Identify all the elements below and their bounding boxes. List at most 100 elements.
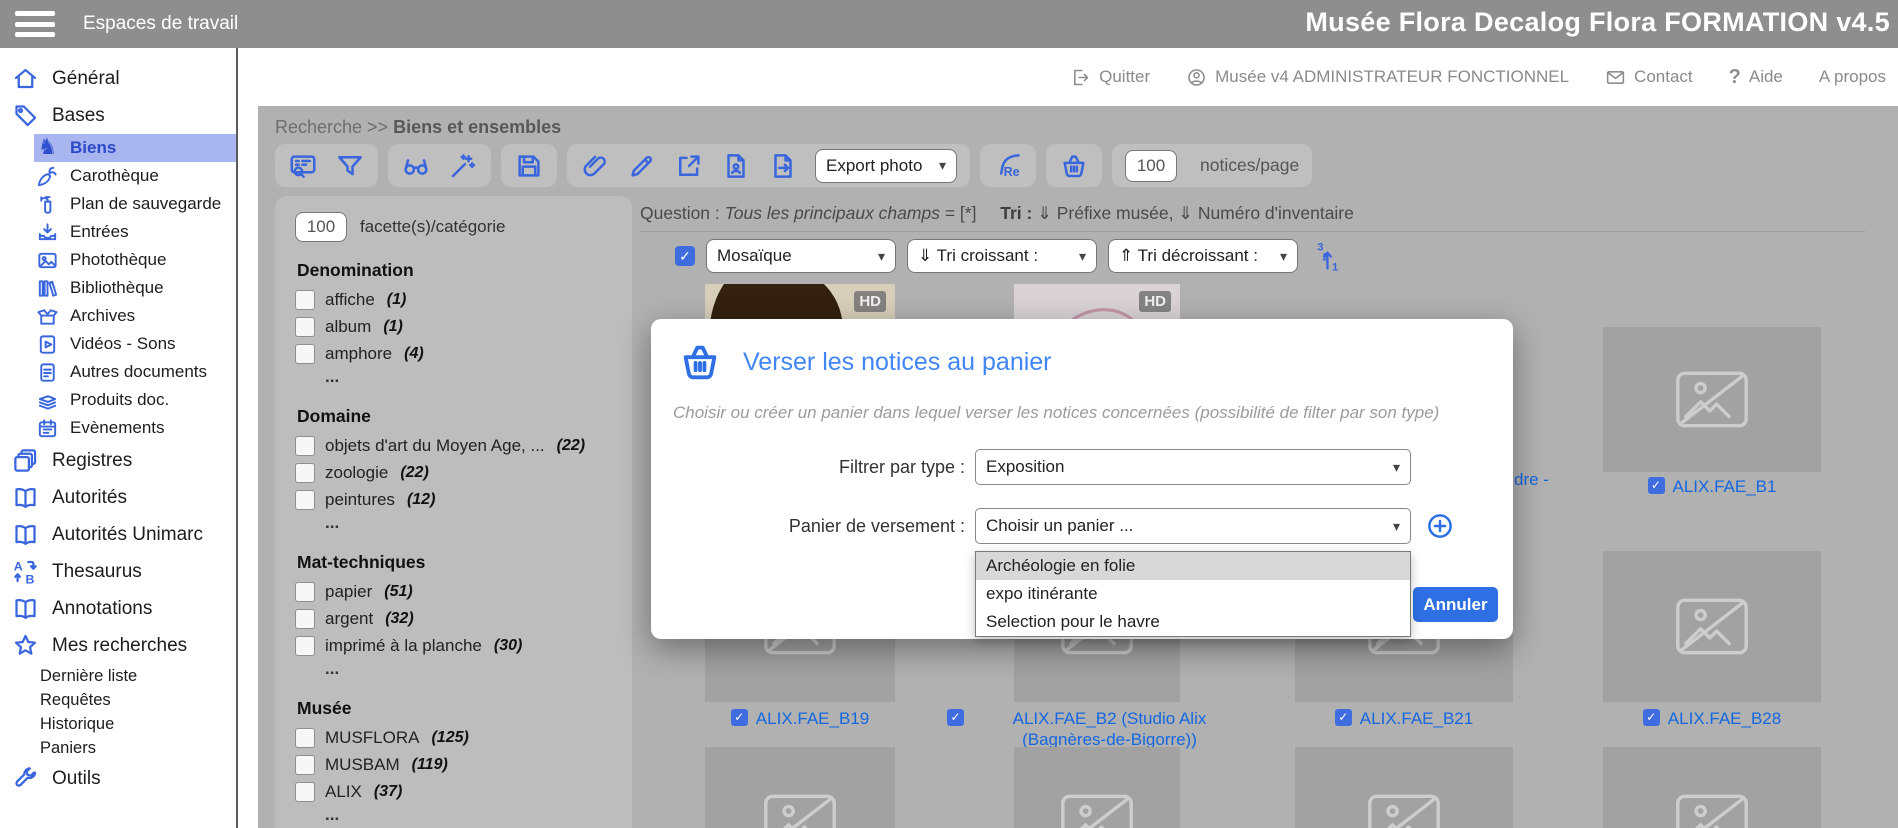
facet-item[interactable]: imprimé à la planche(30) — [295, 632, 632, 659]
facet-count-input[interactable] — [295, 212, 347, 242]
sidebar-item-carotheque[interactable]: Carothèque — [0, 162, 236, 190]
facet-item[interactable]: album(1) — [295, 313, 632, 340]
record-checkbox[interactable] — [1335, 709, 1352, 726]
checkbox[interactable] — [295, 782, 315, 802]
facet-item[interactable]: amphore(4) — [295, 340, 632, 367]
record-checkbox[interactable] — [947, 709, 964, 726]
checkbox[interactable] — [295, 636, 315, 656]
export-record-icon[interactable] — [721, 151, 751, 181]
checkbox[interactable] — [295, 755, 315, 775]
basket-option[interactable]: expo itinérante — [976, 580, 1410, 608]
facet-item[interactable]: objets d'art du Moyen Age, ...(22) — [295, 432, 632, 459]
record-checkbox[interactable] — [1643, 709, 1660, 726]
sidebar-item-general[interactable]: Général — [0, 60, 236, 97]
select-all-checkbox[interactable] — [675, 246, 695, 266]
sidebar-item-historique[interactable]: Historique — [0, 712, 236, 736]
result-label-fragment[interactable]: dre - — [1514, 470, 1549, 490]
facet-more[interactable]: ... — [325, 805, 632, 826]
result-label[interactable]: ALIX.FAE_B21 — [1295, 708, 1513, 729]
sidebar-item-entrees[interactable]: Entrées — [0, 218, 236, 246]
checkbox[interactable] — [295, 463, 315, 483]
facet-more[interactable]: ... — [325, 659, 632, 680]
sidebar-item-produits-doc[interactable]: Produits doc. — [0, 386, 236, 414]
view-mode-select[interactable]: Mosaïque — [706, 239, 896, 273]
filter-type-select[interactable]: Exposition — [975, 449, 1411, 485]
sort-desc-select[interactable]: ⇑ Tri décroissant : — [1108, 239, 1298, 273]
checkbox[interactable] — [295, 609, 315, 629]
edit-pencil-icon[interactable] — [627, 151, 657, 181]
add-basket-icon[interactable] — [1425, 511, 1455, 541]
sort-asc-select[interactable]: ⇓ Tri croissant : — [907, 239, 1097, 273]
sidebar-item-biens[interactable]: ♞ Biens — [34, 134, 236, 162]
facet-item[interactable]: affiche(1) — [295, 286, 632, 313]
result-thumbnail[interactable] — [705, 747, 895, 828]
quit-button[interactable]: Quitter — [1070, 67, 1150, 88]
help-link[interactable]: ? Aide — [1729, 66, 1783, 89]
checkbox[interactable] — [295, 436, 315, 456]
result-label[interactable]: ALIX.FAE_B2 (Studio Alix (Bagnères-de-Bi… — [947, 708, 1247, 751]
sidebar-item-paniers[interactable]: Paniers — [0, 736, 236, 760]
sidebar-item-archives[interactable]: Archives — [0, 302, 236, 330]
result-label[interactable]: ALIX.FAE_B19 — [705, 708, 895, 729]
facet-item[interactable]: papier(51) — [295, 578, 632, 605]
sidebar-item-derniere-liste[interactable]: Dernière liste — [0, 664, 236, 688]
sidebar-item-autres-documents[interactable]: Autres documents — [0, 358, 236, 386]
export-document-icon[interactable] — [768, 151, 798, 181]
user-menu[interactable]: Musée v4 ADMINISTRATEUR FONCTIONNEL — [1186, 67, 1569, 88]
cancel-button[interactable]: Annuler — [1413, 587, 1498, 622]
result-thumbnail[interactable] — [1603, 747, 1821, 828]
sidebar-item-phototheque[interactable]: Photothèque — [0, 246, 236, 274]
sidebar-item-registres[interactable]: Registres — [0, 442, 236, 479]
sidebar-item-autorites-unimarc[interactable]: Autorités Unimarc — [0, 516, 236, 553]
hamburger-menu-icon[interactable] — [15, 11, 55, 37]
notices-per-page-input[interactable] — [1125, 150, 1177, 182]
checkbox[interactable] — [295, 728, 315, 748]
facet-more[interactable]: ... — [325, 367, 632, 388]
save-icon[interactable] — [514, 151, 544, 181]
checkbox[interactable] — [295, 290, 315, 310]
sidebar-item-mes-recherches[interactable]: Mes recherches — [0, 627, 236, 664]
export-photo-select[interactable]: Export photo — [815, 149, 957, 183]
facet-item[interactable]: argent(32) — [295, 605, 632, 632]
checkbox[interactable] — [295, 317, 315, 337]
record-checkbox[interactable] — [1648, 477, 1665, 494]
facet-more[interactable]: ... — [325, 513, 632, 534]
sidebar-item-annotations[interactable]: Annotations — [0, 590, 236, 627]
sidebar-item-videos-sons[interactable]: Vidéos - Sons — [0, 330, 236, 358]
sidebar-item-thesaurus[interactable]: AB Thesaurus — [0, 553, 236, 590]
paperclip-icon[interactable] — [580, 151, 610, 181]
checkbox[interactable] — [295, 490, 315, 510]
record-checkbox[interactable] — [731, 709, 748, 726]
result-label[interactable]: ALIX.FAE_B1 — [1603, 476, 1821, 497]
facet-item[interactable]: ALIX(37) — [295, 778, 632, 805]
basket-select[interactable]: Choisir un panier ... — [975, 508, 1411, 544]
search-form-icon[interactable] — [288, 151, 318, 181]
sidebar-item-requetes[interactable]: Requêtes — [0, 688, 236, 712]
magic-wand-icon[interactable] — [448, 151, 478, 181]
facet-item[interactable]: MUSBAM(119) — [295, 751, 632, 778]
filter-funnel-icon[interactable] — [335, 151, 365, 181]
checkbox[interactable] — [295, 582, 315, 602]
result-thumbnail[interactable] — [1014, 747, 1180, 828]
sidebar-item-autorites[interactable]: Autorités — [0, 479, 236, 516]
basket-option[interactable]: Archéologie en folie — [976, 552, 1410, 580]
glasses-icon[interactable] — [401, 151, 431, 181]
facet-item[interactable]: zoologie(22) — [295, 459, 632, 486]
result-thumbnail[interactable] — [1603, 551, 1821, 702]
facet-item[interactable]: peintures(12) — [295, 486, 632, 513]
sidebar-item-outils[interactable]: Outils — [0, 760, 236, 797]
numeric-sort-icon[interactable]: 321 — [1315, 239, 1349, 273]
feather-re-icon[interactable]: Re — [993, 151, 1023, 181]
result-thumbnail[interactable] — [1603, 327, 1821, 472]
sidebar-item-bibliotheque[interactable]: Bibliothèque — [0, 274, 236, 302]
external-link-icon[interactable] — [674, 151, 704, 181]
basket-option[interactable]: Selection pour le havre — [976, 608, 1410, 636]
result-label[interactable]: ALIX.FAE_B28 — [1603, 708, 1821, 729]
workspace-label[interactable]: Espaces de travail — [83, 13, 238, 35]
basket-icon[interactable] — [1059, 151, 1089, 181]
sidebar-item-bases[interactable]: Bases — [0, 97, 236, 134]
sidebar-item-plan-sauvegarde[interactable]: Plan de sauvegarde — [0, 190, 236, 218]
checkbox[interactable] — [295, 344, 315, 364]
result-thumbnail[interactable] — [1295, 747, 1513, 828]
about-link[interactable]: A propos — [1819, 67, 1886, 87]
